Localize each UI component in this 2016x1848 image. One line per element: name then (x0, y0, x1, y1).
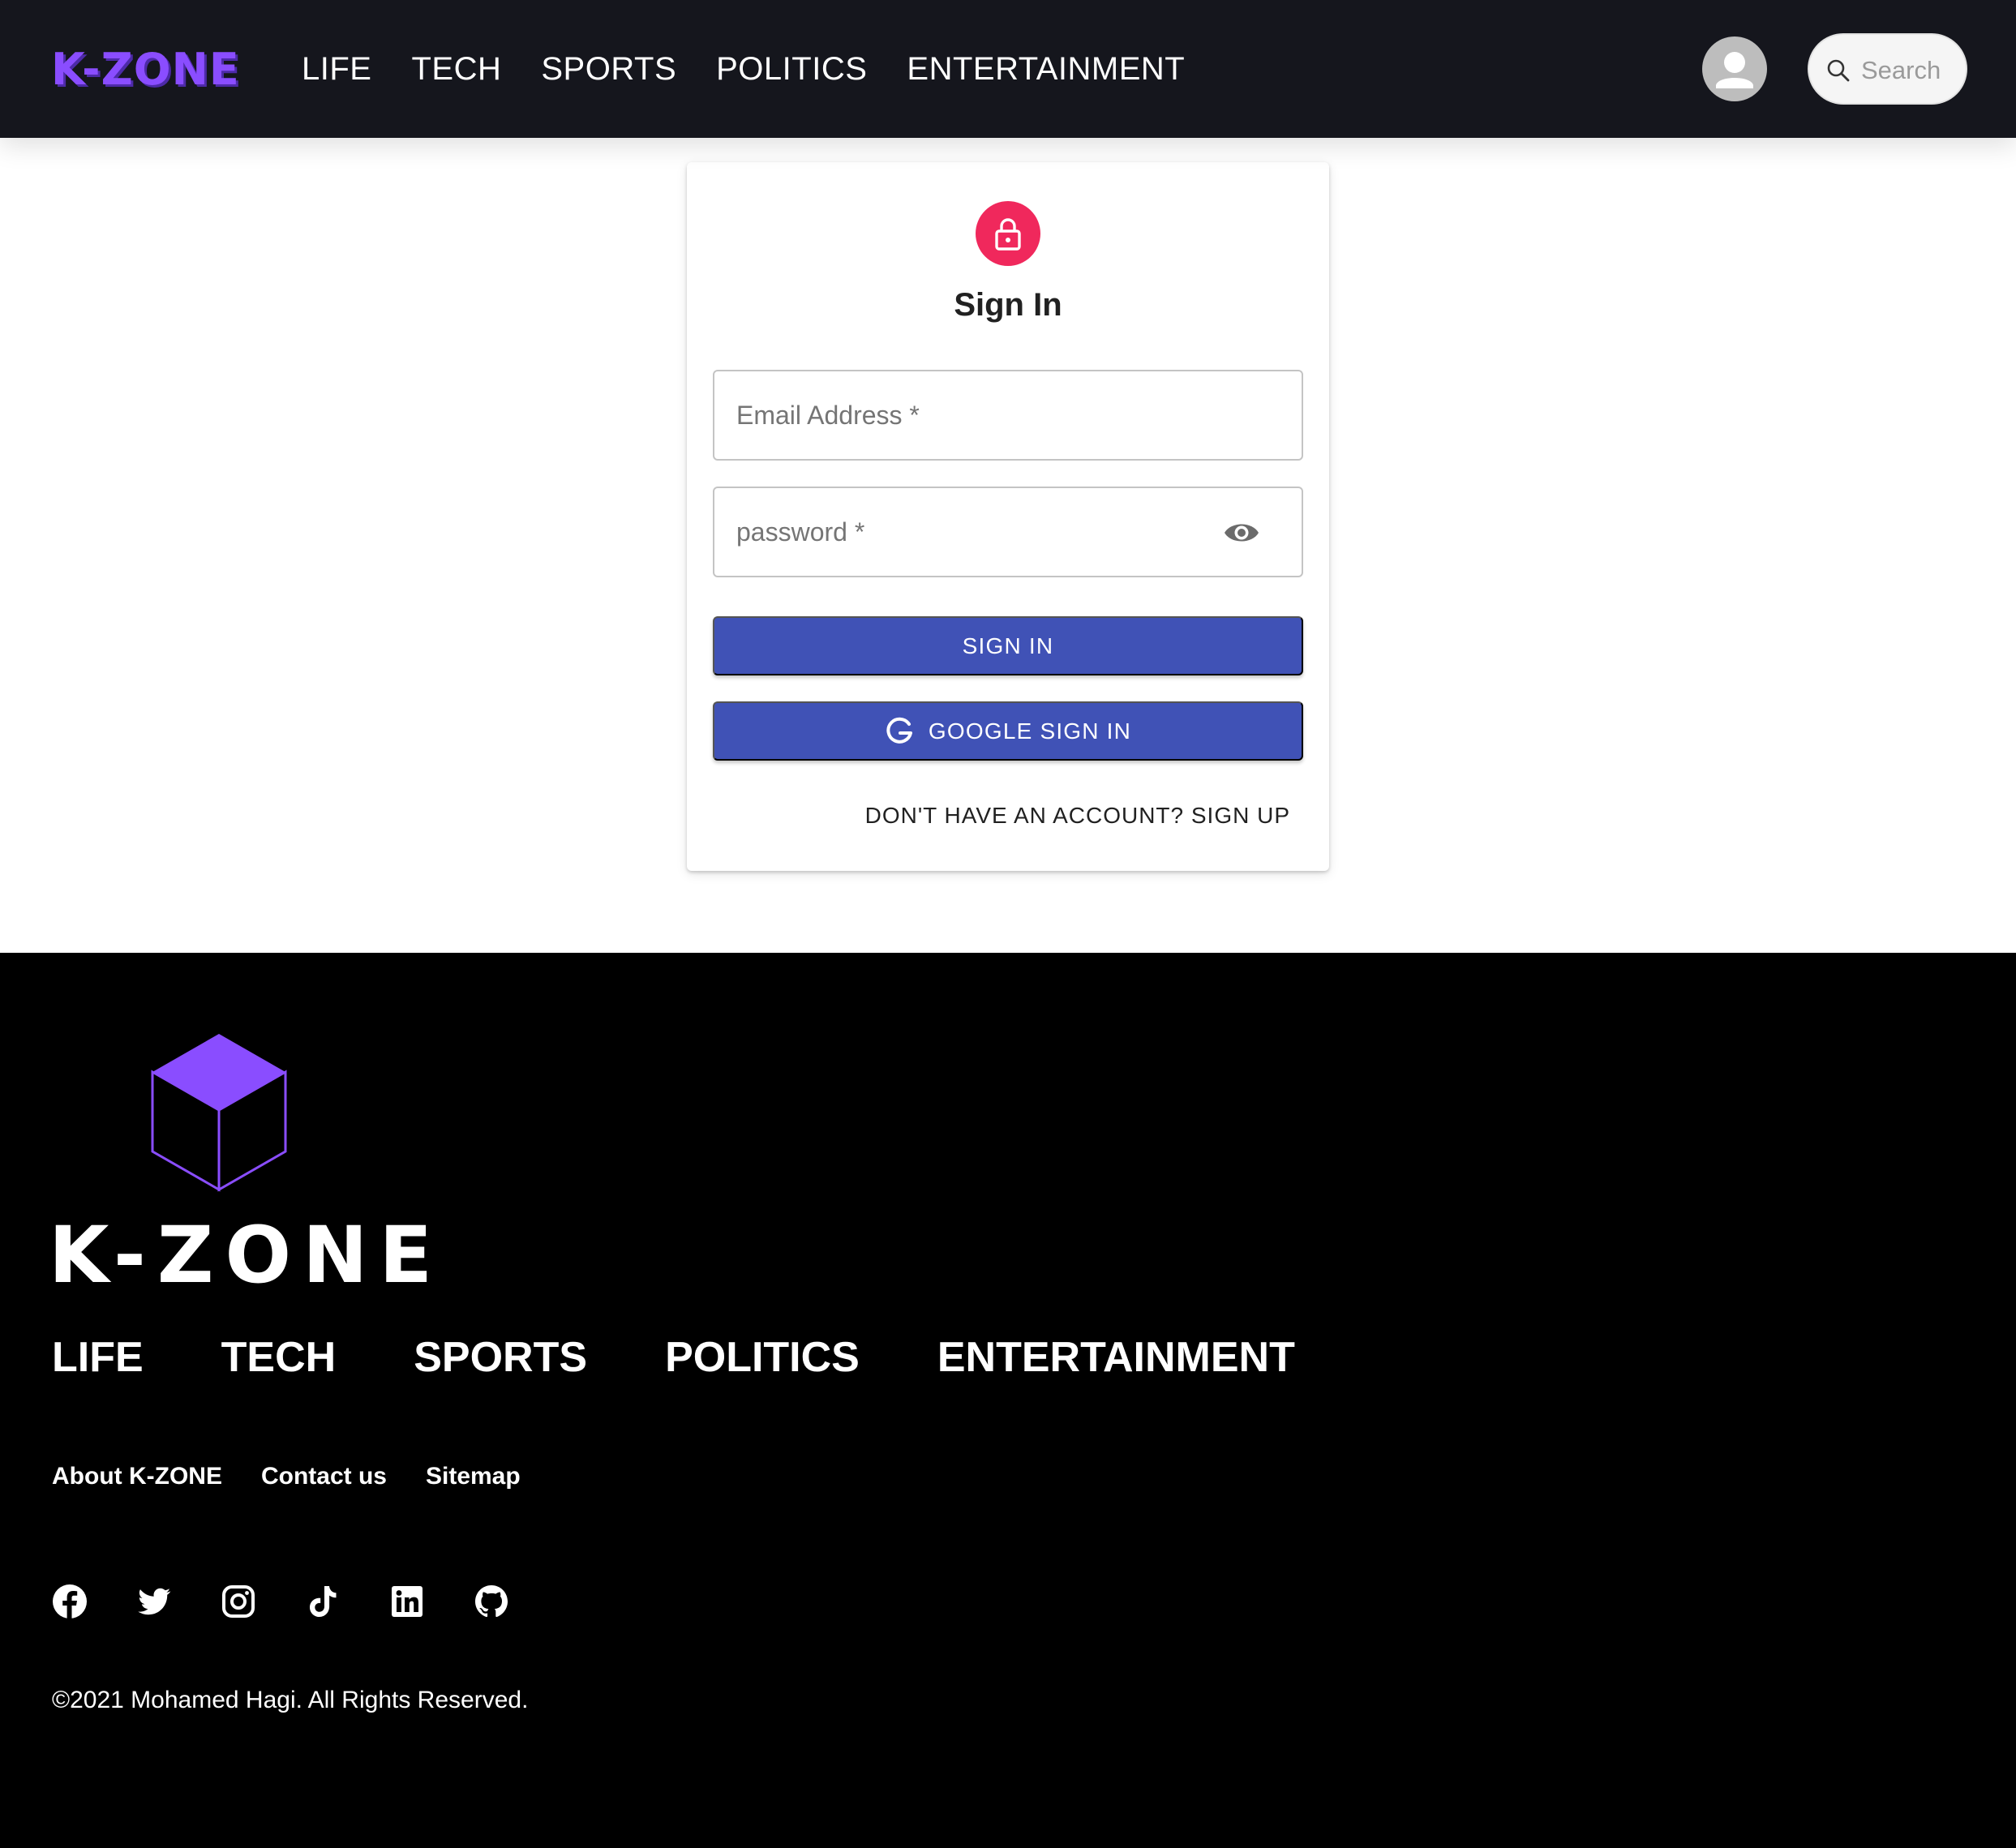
footer-nav-sports[interactable]: SPORTS (414, 1328, 587, 1387)
nav-link-life[interactable]: LIFE (302, 47, 371, 91)
main-nav: LIFE TECH SPORTS POLITICS ENTERTAINMENT (302, 47, 1185, 91)
instagram-icon[interactable] (221, 1584, 256, 1619)
google-sign-in-button[interactable]: GOOGLE SIGN IN (713, 701, 1303, 761)
nav-link-sports[interactable]: SPORTS (541, 47, 676, 91)
contact-link[interactable]: Contact us (261, 1459, 387, 1494)
sign-in-button[interactable]: SIGN IN (713, 616, 1303, 675)
password-field[interactable]: password * (713, 487, 1303, 577)
footer-nav: LIFE TECH SPORTS POLITICS ENTERTAINMENT (52, 1328, 1295, 1387)
about-link[interactable]: About K-ZONE (52, 1459, 222, 1494)
lock-avatar (976, 201, 1040, 266)
page: K-ZONE LIFE TECH SPORTS POLITICS ENTERTA… (0, 0, 2016, 1848)
sign-in-button-label: SIGN IN (962, 632, 1054, 658)
cube-logo-icon (151, 1034, 287, 1192)
email-field-label: Email Address * (736, 401, 920, 430)
footer-nav-tech[interactable]: TECH (221, 1328, 337, 1387)
tiktok-icon[interactable] (305, 1584, 341, 1619)
footer-links: About K-ZONE Contact us Sitemap (52, 1459, 521, 1494)
nav-link-politics[interactable]: POLITICS (716, 47, 867, 91)
top-navbar: K-ZONE LIFE TECH SPORTS POLITICS ENTERTA… (0, 0, 2016, 138)
site-logo[interactable]: K-ZONE (51, 44, 240, 96)
signin-title: Sign In (954, 287, 1062, 323)
facebook-icon[interactable] (52, 1584, 88, 1619)
password-field-label: password * (736, 517, 865, 547)
footer-nav-entertainment[interactable]: ENTERTAINMENT (937, 1328, 1295, 1387)
nav-link-tech[interactable]: TECH (411, 47, 501, 91)
site-footer: K-ZONE LIFE TECH SPORTS POLITICS ENTERTA… (0, 953, 2016, 1848)
linkedin-icon[interactable] (389, 1584, 425, 1619)
eye-icon[interactable] (1223, 519, 1260, 547)
google-icon (886, 717, 912, 744)
search-placeholder: Search (1861, 56, 1941, 84)
github-icon[interactable] (474, 1584, 509, 1619)
search-box[interactable]: Search (1808, 33, 1967, 105)
sitemap-link[interactable]: Sitemap (426, 1459, 521, 1494)
footer-nav-politics[interactable]: POLITICS (665, 1328, 860, 1387)
lock-icon (995, 218, 1021, 251)
footer-nav-life[interactable]: LIFE (52, 1328, 144, 1387)
email-field[interactable]: Email Address * (713, 370, 1303, 461)
footer-wordmark: K-ZONE (49, 1210, 444, 1301)
twitter-icon[interactable] (136, 1584, 172, 1619)
copyright-text: ©2021 Mohamed Hagi. All Rights Reserved. (52, 1687, 529, 1713)
signin-card: Sign In Email Address * password * SIGN … (687, 162, 1329, 871)
nav-link-entertainment[interactable]: ENTERTAINMENT (907, 47, 1185, 91)
search-icon (1827, 59, 1850, 82)
account-circle-icon[interactable] (1702, 36, 1767, 101)
sign-up-link[interactable]: DON'T HAVE AN ACCOUNT? SIGN UP (865, 800, 1290, 832)
google-sign-in-button-label: GOOGLE SIGN IN (928, 718, 1132, 744)
social-links (52, 1584, 509, 1619)
